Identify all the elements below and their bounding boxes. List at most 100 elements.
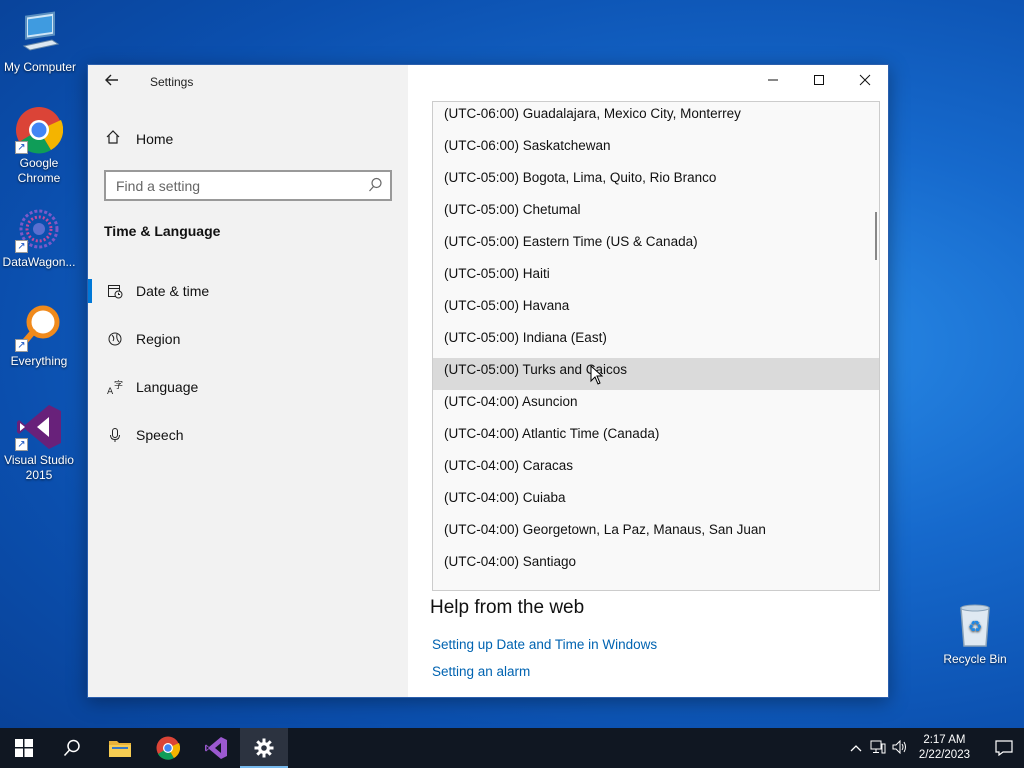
home-icon [104, 129, 122, 149]
clock-date: 2/22/2023 [918, 749, 970, 761]
taskbar: 2:17 AM 2/22/2023 [0, 728, 1024, 768]
microphone-icon [106, 426, 124, 444]
maximize-button[interactable] [796, 65, 842, 97]
home-label: Home [136, 131, 174, 147]
sidebar-item-speech[interactable]: Speech [88, 415, 408, 455]
timezone-option-hovered[interactable]: (UTC-05:00) Turks and Caicos [433, 358, 879, 390]
section-title: Time & Language [104, 223, 221, 239]
timezone-option[interactable]: (UTC-05:00) Eastern Time (US & Canada) [433, 230, 879, 262]
taskbar-chrome[interactable] [144, 728, 192, 768]
desktop-icon-label: Visual Studio 2015 [4, 453, 74, 482]
desktop-icon-everything[interactable]: ↗ Everything [0, 304, 79, 369]
svg-text:字: 字 [114, 379, 123, 391]
datawagon-icon: ↗ [15, 205, 63, 253]
help-link-alarm[interactable]: Setting an alarm [432, 664, 530, 679]
title-bar: Settings [88, 65, 408, 99]
taskbar-visual-studio[interactable] [192, 728, 240, 768]
timezone-option[interactable]: (UTC-05:00) Havana [433, 294, 879, 326]
language-icon: A 字 [106, 378, 124, 396]
calendar-clock-icon [106, 282, 124, 300]
notification-icon [995, 740, 1013, 756]
visual-studio-icon: ↗ [15, 403, 63, 451]
svg-text:A: A [107, 387, 114, 395]
timezone-option[interactable]: (UTC-06:00) Guadalajara, Mexico City, Mo… [433, 102, 879, 134]
everything-search-icon: ↗ [15, 304, 63, 352]
desktop-icon-label: My Computer [3, 60, 77, 74]
arrow-left-icon [105, 74, 118, 86]
help-title: Help from the web [430, 597, 585, 618]
timezone-option[interactable]: (UTC-05:00) Bogota, Lima, Quito, Rio Bra… [433, 166, 879, 198]
list-scrollbar[interactable] [875, 212, 877, 260]
computer-icon [16, 10, 64, 58]
search-icon[interactable] [368, 177, 382, 193]
timezone-option[interactable]: (UTC-06:00) Saskatchewan [433, 134, 879, 166]
home-nav-item[interactable]: Home [104, 129, 173, 149]
start-button[interactable] [0, 728, 48, 768]
help-link-date-time[interactable]: Setting up Date and Time in Windows [432, 637, 657, 652]
search-icon [63, 739, 80, 757]
taskbar-file-explorer[interactable] [96, 728, 144, 768]
shortcut-arrow-icon: ↗ [15, 339, 28, 352]
timezone-dropdown-list[interactable]: (UTC-06:00) Guadalajara, Mexico City, Mo… [432, 101, 880, 591]
settings-sidebar: Settings Home Time & Language [88, 65, 408, 697]
desktop-icon-label: DataWagon... [2, 255, 76, 269]
timezone-option[interactable]: (UTC-04:00) Santiago [433, 550, 879, 582]
chrome-icon: ↗ [15, 106, 64, 154]
timezone-option[interactable]: (UTC-04:00) Georgetown, La Paz, Manaus, … [433, 518, 879, 550]
chrome-icon [156, 736, 180, 760]
back-button[interactable] [100, 73, 124, 93]
desktop-icon-label: Everything [10, 354, 68, 368]
chevron-up-icon[interactable] [845, 741, 867, 755]
network-icon[interactable] [867, 740, 889, 757]
sidebar-item-label: Speech [136, 427, 184, 443]
recycle-bin-icon: ♻ [951, 602, 999, 650]
clock-time: 2:17 AM [923, 734, 966, 746]
action-center-button[interactable] [984, 728, 1024, 768]
folder-icon [109, 741, 131, 757]
volume-icon[interactable] [889, 739, 911, 757]
close-icon [859, 74, 871, 86]
timezone-option[interactable]: (UTC-04:00) Caracas [433, 454, 879, 486]
sidebar-item-label: Language [136, 379, 199, 395]
sidebar-item-region[interactable]: Region [88, 319, 408, 359]
taskbar-settings[interactable] [240, 728, 288, 768]
shortcut-arrow-icon: ↗ [15, 438, 28, 451]
system-tray: 2:17 AM 2/22/2023 [845, 728, 1024, 768]
settings-window: Settings Home Time & Language [87, 64, 889, 698]
timezone-option[interactable]: (UTC-04:00) Asuncion [433, 390, 879, 422]
desktop-icon-label: Google Chrome [17, 156, 61, 185]
mouse-cursor-icon [590, 365, 604, 385]
visual-studio-icon [205, 737, 227, 759]
sidebar-item-language[interactable]: A 字 Language [88, 367, 408, 407]
shortcut-arrow-icon: ↗ [15, 240, 28, 253]
settings-content: (UTC-06:00) Guadalajara, Mexico City, Mo… [408, 65, 888, 697]
search-box [104, 170, 392, 201]
desktop-icon-my-computer[interactable]: My Computer [0, 10, 80, 75]
timezone-option[interactable]: (UTC-04:00) Atlantic Time (Canada) [433, 422, 879, 454]
timezone-option[interactable]: (UTC-05:00) Haiti [433, 262, 879, 294]
desktop-icon-recycle-bin[interactable]: ♻ Recycle Bin [935, 602, 1015, 667]
taskbar-search-button[interactable] [48, 728, 96, 768]
minimize-icon [768, 79, 778, 81]
timezone-option[interactable]: (UTC-05:00) Indiana (East) [433, 326, 879, 358]
desktop-icon-label: Recycle Bin [943, 652, 1007, 666]
gear-icon [254, 738, 274, 758]
sidebar-item-date-time[interactable]: Date & time [88, 271, 408, 311]
desktop-icon-datawagon[interactable]: ↗ DataWagon... [0, 205, 79, 270]
timezone-option[interactable]: (UTC-04:00) Cuiaba [433, 486, 879, 518]
svg-text:♻: ♻ [968, 617, 982, 636]
windows-logo-icon [15, 739, 33, 757]
desktop-icon-chrome[interactable]: ↗ Google Chrome [0, 106, 79, 186]
taskbar-clock[interactable]: 2:17 AM 2/22/2023 [919, 733, 970, 763]
maximize-icon [814, 75, 824, 85]
minimize-button[interactable] [750, 65, 796, 97]
search-input[interactable] [106, 172, 356, 199]
desktop-icon-visual-studio[interactable]: ↗ Visual Studio 2015 [0, 403, 79, 483]
globe-icon [106, 330, 124, 348]
timezone-option[interactable]: (UTC-05:00) Chetumal [433, 198, 879, 230]
app-title: Settings [150, 75, 194, 89]
sidebar-item-label: Region [136, 331, 181, 347]
active-indicator [88, 279, 92, 303]
shortcut-arrow-icon: ↗ [15, 141, 28, 154]
close-button[interactable] [842, 65, 888, 97]
